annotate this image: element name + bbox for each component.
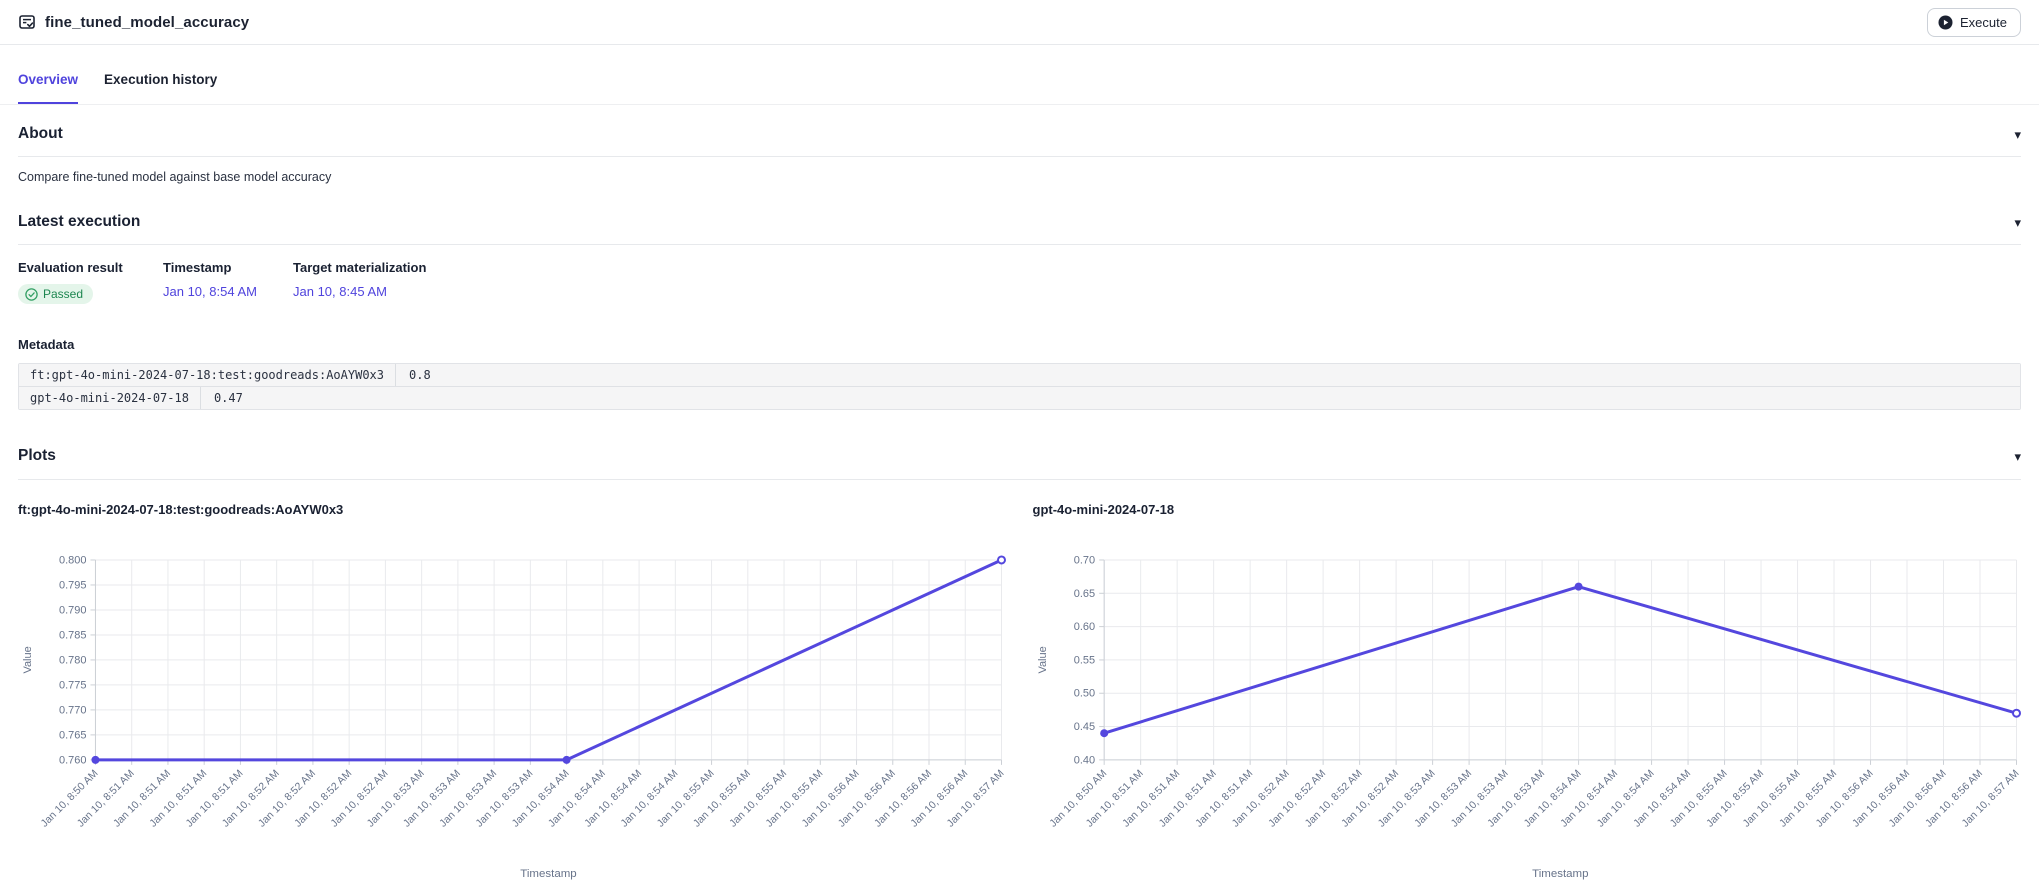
status-badge: Passed	[18, 284, 93, 304]
page-header: fine_tuned_model_accuracy Execute	[0, 0, 2039, 45]
latest-execution-heading: Latest execution	[18, 213, 140, 231]
svg-text:0.65: 0.65	[1073, 588, 1094, 600]
plots-heading: Plots	[18, 447, 56, 465]
about-description: Compare fine-tuned model against base mo…	[18, 170, 2021, 184]
svg-text:Timestamp: Timestamp	[520, 868, 576, 880]
check-circle-icon	[25, 288, 38, 301]
svg-text:0.765: 0.765	[59, 729, 86, 741]
tab-execution-history[interactable]: Execution history	[104, 72, 217, 104]
status-badge-label: Passed	[43, 287, 83, 301]
svg-text:0.780: 0.780	[59, 654, 86, 666]
svg-text:0.785: 0.785	[59, 629, 86, 641]
svg-text:0.40: 0.40	[1073, 754, 1094, 766]
svg-text:0.800: 0.800	[59, 554, 86, 566]
divider	[18, 244, 2021, 245]
tab-bar: Overview Execution history	[0, 45, 2039, 105]
svg-text:Value: Value	[22, 646, 34, 673]
svg-text:0.795: 0.795	[59, 579, 86, 591]
about-section-header: About ▾	[18, 125, 2021, 143]
metadata-heading: Metadata	[18, 337, 2021, 352]
svg-text:0.775: 0.775	[59, 679, 86, 691]
asset-check-icon	[18, 13, 36, 31]
execute-button[interactable]: Execute	[1927, 8, 2021, 37]
target-materialization-label: Target materialization	[293, 260, 2021, 275]
timestamp-label: Timestamp	[163, 260, 293, 275]
chart-title: gpt-4o-mini-2024-07-18	[1033, 502, 2022, 517]
target-materialization-link[interactable]: Jan 10, 8:45 AM	[293, 284, 387, 299]
svg-text:Value: Value	[1036, 646, 1048, 673]
svg-text:0.50: 0.50	[1073, 688, 1094, 700]
evaluation-result-label: Evaluation result	[18, 260, 163, 275]
svg-text:0.770: 0.770	[59, 704, 86, 716]
execute-button-label: Execute	[1960, 15, 2007, 30]
table-row: ft:gpt-4o-mini-2024-07-18:test:goodreads…	[19, 364, 2020, 386]
divider	[18, 156, 2021, 157]
latest-execution-section-header: Latest execution ▾	[18, 213, 2021, 231]
chart-title: ft:gpt-4o-mini-2024-07-18:test:goodreads…	[18, 502, 1007, 517]
svg-text:0.760: 0.760	[59, 754, 86, 766]
metadata-table: ft:gpt-4o-mini-2024-07-18:test:goodreads…	[18, 363, 2021, 410]
svg-text:0.55: 0.55	[1073, 654, 1094, 666]
plot-panel-fine-tuned-model: ft:gpt-4o-mini-2024-07-18:test:goodreads…	[18, 502, 1007, 884]
fine-tuned-model-line-chart: Jan 10, 8:50 AMJan 10, 8:51 AMJan 10, 8:…	[18, 522, 1007, 884]
metadata-value: 0.47	[201, 387, 256, 409]
about-heading: About	[18, 125, 63, 143]
plots-grid: ft:gpt-4o-mini-2024-07-18:test:goodreads…	[18, 502, 2021, 884]
metadata-value: 0.8	[396, 364, 444, 386]
divider	[18, 479, 2021, 480]
latest-execution-details: Evaluation result Passed Timestamp Jan 1…	[18, 260, 2021, 304]
svg-text:0.45: 0.45	[1073, 721, 1094, 733]
svg-text:Timestamp: Timestamp	[1532, 868, 1588, 880]
metadata-key: ft:gpt-4o-mini-2024-07-18:test:goodreads…	[19, 364, 396, 386]
svg-text:0.790: 0.790	[59, 604, 86, 616]
tab-overview[interactable]: Overview	[18, 72, 78, 104]
page-title: fine_tuned_model_accuracy	[45, 14, 249, 31]
collapse-caret-icon[interactable]: ▾	[2014, 450, 2021, 463]
svg-text:0.70: 0.70	[1073, 554, 1094, 566]
table-row: gpt-4o-mini-2024-07-18 0.47	[19, 386, 2020, 409]
collapse-caret-icon[interactable]: ▾	[2014, 216, 2021, 229]
plot-panel-base-model: gpt-4o-mini-2024-07-18 Jan 10, 8:50 AMJa…	[1033, 502, 2022, 884]
metadata-key: gpt-4o-mini-2024-07-18	[19, 387, 201, 409]
play-circle-icon	[1938, 15, 1953, 30]
base-model-line-chart: Jan 10, 8:50 AMJan 10, 8:51 AMJan 10, 8:…	[1033, 522, 2022, 884]
plots-section-header: Plots ▾	[18, 447, 2021, 465]
svg-text:0.60: 0.60	[1073, 621, 1094, 633]
timestamp-link[interactable]: Jan 10, 8:54 AM	[163, 284, 257, 299]
collapse-caret-icon[interactable]: ▾	[2014, 128, 2021, 141]
